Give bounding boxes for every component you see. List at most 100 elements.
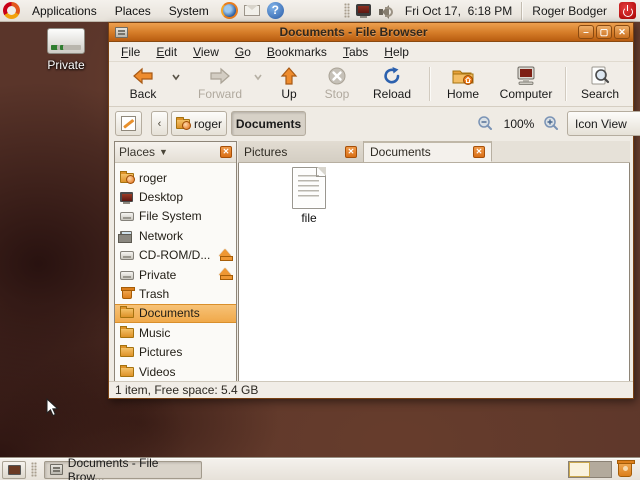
workspace-2[interactable] (590, 462, 611, 477)
stop-label: Stop (324, 87, 350, 101)
drive-icon (120, 270, 134, 280)
menu-system[interactable]: System (160, 0, 218, 22)
sidebar-item-videos[interactable]: Videos (115, 362, 236, 381)
task-button-label: Documents - File Brow... (67, 455, 159, 480)
sidebar-close-icon[interactable]: ✕ (220, 146, 232, 158)
power-icon[interactable] (619, 2, 636, 19)
menu-edit[interactable]: Edit (148, 43, 185, 61)
show-desktop-button[interactable] (2, 460, 26, 479)
user-menu[interactable]: Roger Bodger (524, 4, 615, 18)
network-monitor-icon[interactable] (355, 2, 373, 19)
sidebar-item-private[interactable]: Private (115, 265, 236, 284)
sidebar-item-trash[interactable]: Trash (115, 284, 236, 303)
menu-applications[interactable]: Applications (23, 0, 106, 22)
status-bar: 1 item, Free space: 5.4 GB (109, 381, 633, 398)
toolbar-separator-2 (565, 67, 566, 101)
home-button[interactable]: Home (439, 64, 487, 105)
menubar: File Edit View Go Bookmarks Tabs Help (109, 42, 633, 62)
menu-tabs[interactable]: Tabs (335, 43, 376, 61)
folder-icon (120, 325, 134, 338)
reload-label: Reload (372, 87, 412, 101)
computer-button[interactable]: Computer (495, 64, 557, 105)
stop-icon (327, 66, 347, 86)
tab-close-icon[interactable]: ✕ (473, 146, 485, 158)
up-arrow-icon (279, 66, 299, 86)
top-panel: Applications Places System ? Fri Oct 17,… (0, 0, 640, 22)
bottom-panel: Documents - File Brow... (0, 456, 640, 480)
workspace-1[interactable] (569, 462, 590, 477)
file-item[interactable]: file (281, 167, 337, 225)
sidebar-header[interactable]: Places ▼ ✕ (115, 142, 236, 163)
search-icon (589, 66, 611, 86)
window-icon (115, 26, 128, 38)
menu-file[interactable]: File (113, 43, 148, 61)
sidebar-item-network[interactable]: Network (115, 226, 236, 245)
back-button[interactable]: Back (117, 64, 169, 105)
eject-icon[interactable] (218, 249, 233, 262)
sidebar-header-label: Places (119, 145, 156, 159)
firefox-icon[interactable] (220, 2, 238, 19)
tab-pictures[interactable]: Pictures ✕ (238, 141, 364, 162)
menu-view[interactable]: View (185, 43, 227, 61)
view-mode-select[interactable]: Icon View ▼ (567, 111, 640, 136)
menu-applications-label: Applications (32, 3, 97, 18)
tab-close-icon[interactable]: ✕ (345, 145, 357, 158)
file-label: file (301, 211, 317, 225)
help-icon[interactable]: ? (266, 2, 284, 19)
menu-bookmarks[interactable]: Bookmarks (259, 43, 335, 61)
trash-icon[interactable] (617, 460, 635, 477)
path-scroll-left-button[interactable]: ‹ (151, 111, 168, 136)
path-roger-label: roger (193, 116, 222, 131)
desktop-icon-private[interactable]: Private (36, 28, 96, 72)
sidebar-item-documents[interactable]: Documents (115, 303, 236, 324)
path-button-documents[interactable]: Documents (231, 111, 306, 136)
home-label: Home (446, 87, 479, 101)
back-label: Back (129, 87, 157, 101)
computer-label: Computer (499, 87, 553, 101)
menu-help[interactable]: Help (376, 43, 417, 61)
network-icon (118, 230, 132, 243)
sidebar-item-roger[interactable]: roger (115, 168, 236, 187)
edit-location-button[interactable] (115, 111, 142, 136)
up-button[interactable]: Up (269, 64, 309, 105)
mail-icon[interactable] (243, 2, 261, 19)
minimize-button[interactable]: ‒ (578, 25, 594, 39)
maximize-button[interactable]: ▢ (596, 25, 612, 39)
forward-arrow-icon (208, 66, 232, 86)
zoom-out-button[interactable] (477, 115, 493, 131)
tab-documents[interactable]: Documents ✕ (364, 141, 492, 162)
sidebar-item-pictures[interactable]: Pictures (115, 343, 236, 362)
menu-go[interactable]: Go (227, 43, 259, 61)
clock[interactable]: Fri Oct 17, 6:18 PM (398, 4, 519, 18)
search-label: Search (580, 87, 620, 101)
reload-button[interactable]: Reload (367, 64, 417, 105)
search-button[interactable]: Search (575, 64, 625, 105)
toolbar: Back Forward Up Stop Reload Home Compute… (109, 62, 633, 107)
zoom-in-button[interactable] (543, 115, 559, 131)
tray-drag-handle[interactable] (343, 3, 350, 18)
cdrom-drive-icon (120, 251, 134, 261)
ubuntu-logo-icon[interactable] (3, 2, 20, 19)
window-icon (50, 464, 63, 475)
folder-icon (120, 306, 134, 319)
eject-icon[interactable] (218, 268, 233, 281)
window-title: Documents - File Browser (279, 25, 428, 39)
chevron-left-icon: ‹ (157, 117, 162, 130)
sidebar-item-file-system[interactable]: File System (115, 207, 236, 226)
taskbar-drag-handle[interactable] (31, 462, 37, 477)
back-history-chevron-icon[interactable] (171, 72, 181, 82)
sidebar-item-music[interactable]: Music (115, 323, 236, 342)
volume-icon[interactable] (378, 5, 395, 19)
file-view[interactable]: file (238, 163, 630, 382)
menu-places[interactable]: Places (106, 0, 160, 22)
tray-separator (521, 1, 523, 20)
close-button[interactable]: ✕ (614, 25, 630, 39)
home-folder-icon (175, 116, 191, 130)
forward-button: Forward (191, 64, 249, 105)
menu-system-label: System (168, 3, 209, 18)
task-button-documents[interactable]: Documents - File Brow... (44, 456, 202, 480)
path-button-roger[interactable]: roger (171, 111, 227, 136)
sidebar-item-cdrom[interactable]: CD-ROM/D... (115, 246, 236, 265)
titlebar[interactable]: Documents - File Browser ‒ ▢ ✕ (109, 23, 633, 42)
sidebar-item-desktop[interactable]: Desktop (115, 187, 236, 206)
